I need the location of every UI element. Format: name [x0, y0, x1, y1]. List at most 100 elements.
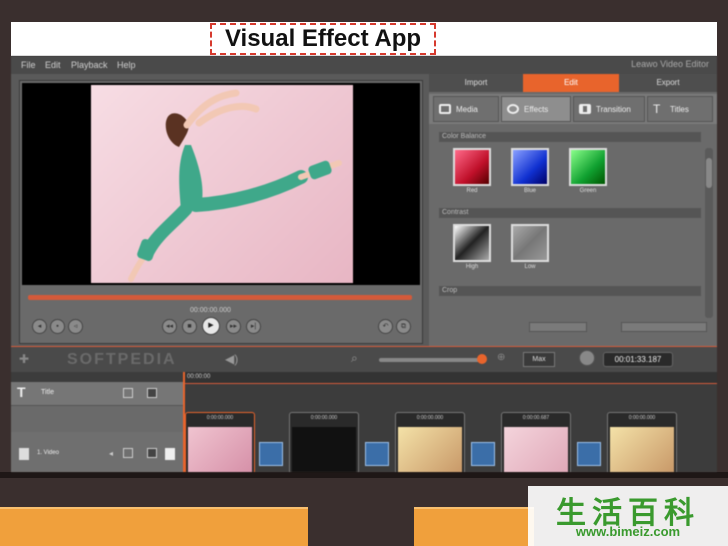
timeline-clip-1[interactable]: 0:00:00.000 [185, 412, 255, 472]
tab-import[interactable]: Import [429, 74, 523, 92]
effect-green[interactable] [569, 148, 607, 186]
timeline-clip-5[interactable]: 0:00:00.000 [607, 412, 677, 472]
preview-panel: 00:00:00.000 ◂ ▪ ◃ ◂◂ ■ ▶ ▸▸ ▸| ↶ ⧉ [19, 80, 423, 344]
subtab-transition[interactable]: Transition [573, 96, 645, 122]
clock-icon [579, 350, 595, 366]
ruler-time: 00:00:00 [187, 374, 211, 380]
preview-timecode: 00:00:00.000 [190, 307, 231, 314]
forward-icon[interactable]: ▸▸ [226, 319, 241, 334]
page-title: Visual Effect App [210, 23, 436, 55]
panel-scrollbar[interactable] [705, 148, 713, 318]
track-mute-icon[interactable]: ◂ [109, 449, 113, 458]
track-title-label: Title [41, 389, 54, 396]
time-display: 00:01:33.187 [603, 352, 673, 367]
track-video[interactable]: 1. Video ◂ [11, 432, 183, 472]
scrollbar-thumb[interactable] [706, 158, 712, 188]
zoom-icon[interactable]: ⌕ [351, 351, 358, 366]
transition-icon-4[interactable] [577, 442, 601, 466]
effects-icon [507, 104, 519, 114]
zoom-slider-knob[interactable] [477, 354, 487, 364]
main-tabs: Import Edit Export [429, 74, 717, 92]
section-color-balance: Color Balance [439, 132, 701, 142]
lock-icon[interactable]: ▪ [50, 319, 65, 334]
undo-icon[interactable]: ↶ [378, 319, 393, 334]
tab-edit[interactable]: Edit [523, 74, 619, 92]
clip-time: 0:00:00.000 [628, 415, 656, 421]
bottom-bar-right [414, 507, 534, 546]
rewind-icon[interactable]: ◂◂ [162, 319, 177, 334]
menu-file[interactable]: File [21, 60, 36, 70]
timeline-clip-2[interactable]: 0:00:00.000 [289, 412, 359, 472]
clip-thumbnail [610, 427, 674, 472]
edit-panel: Import Edit Export Media Effects Transit… [429, 74, 717, 346]
subtab-effects[interactable]: Effects [501, 96, 571, 122]
video-editor-window: File Edit Playback Help Leawo Video Edit… [11, 56, 717, 472]
effect-high[interactable] [453, 224, 491, 262]
play-icon[interactable]: ▶ [202, 317, 220, 335]
volume-icon[interactable]: ◂ [32, 319, 47, 334]
effect-blue[interactable] [511, 148, 549, 186]
transition-icon-3[interactable] [471, 442, 495, 466]
menu-playback[interactable]: Playback [71, 60, 108, 70]
track-visible-icon[interactable] [147, 388, 157, 398]
subtab-titles-label: Titles [670, 105, 689, 114]
effect-low-label: Low [524, 264, 536, 270]
timeline-clip-4[interactable]: 0:00:00.687 [501, 412, 571, 472]
zoom-slider[interactable] [379, 358, 485, 362]
panel-button-1[interactable] [529, 322, 587, 332]
preview-frame [91, 85, 353, 283]
transition-icon-1[interactable] [259, 442, 283, 466]
clip-thumbnail [504, 427, 568, 472]
end-icon[interactable]: ▸| [246, 319, 261, 334]
clip-time: 0:00:00.000 [310, 415, 338, 421]
preview-video [22, 83, 420, 285]
effect-high-label: High [465, 264, 479, 270]
subtab-transition-label: Transition [596, 105, 631, 114]
track-video-label: 1. Video [37, 450, 59, 456]
add-icon[interactable]: ✚ [19, 352, 29, 366]
effect-blue-label: Blue [523, 188, 536, 194]
effect-red-label: Red [466, 188, 478, 194]
stop-icon[interactable]: ■ [182, 319, 197, 334]
track-title[interactable]: T Title [11, 382, 183, 406]
effect-low[interactable] [511, 224, 549, 262]
menu-help[interactable]: Help [117, 60, 136, 70]
subtab-titles[interactable]: T Titles [647, 96, 713, 122]
timeline-ruler[interactable]: 00:00:00 [183, 372, 717, 384]
timeline-clip-3[interactable]: 0:00:00.000 [395, 412, 465, 472]
tab-export[interactable]: Export [619, 74, 717, 92]
dancer-illustration [128, 89, 342, 282]
fullscreen-icon[interactable]: ⧉ [396, 319, 411, 334]
site-watermark: 生活百科 www.bimeiz.com [528, 486, 728, 546]
text-track-icon: T [17, 384, 26, 400]
track-visible-icon-video[interactable] [147, 448, 157, 458]
transition-icon [579, 104, 591, 114]
subtab-effects-label: Effects [524, 105, 549, 114]
subtab-media-label: Media [456, 105, 478, 114]
clip-time: 0:00:00.687 [522, 415, 550, 421]
timeline-toolbar: ✚ SOFTPEDIA ◀) ⌕ ⊕ Max 00:01:33.187 [11, 346, 717, 372]
frame-top [0, 0, 728, 22]
speaker-icon[interactable]: ◃ [68, 319, 83, 334]
max-button[interactable]: Max [523, 352, 555, 367]
clip-thumbnail [398, 427, 462, 472]
subtab-media[interactable]: Media [433, 96, 499, 122]
preview-seekbar[interactable] [28, 295, 412, 300]
clip-thumbnail [292, 427, 356, 472]
bottom-bar-left [0, 507, 308, 546]
sub-tabs: Media Effects Transition T Titles [429, 94, 717, 124]
track-lock-icon[interactable] [123, 388, 133, 398]
clip-time: 0:00:00.000 [206, 415, 234, 421]
title-t-icon: T [653, 102, 661, 116]
transition-icon-2[interactable] [365, 442, 389, 466]
speaker-icon-toolbar[interactable]: ◀) [225, 352, 238, 366]
zoom-in-icon[interactable]: ⊕ [497, 352, 505, 363]
track-edit-icon[interactable] [165, 448, 175, 460]
menu-edit[interactable]: Edit [45, 60, 61, 70]
section-crop: Crop [439, 286, 701, 296]
track-lock-icon-video[interactable] [123, 448, 133, 458]
media-icon [439, 104, 451, 114]
panel-button-2[interactable] [621, 322, 707, 332]
effect-red[interactable] [453, 148, 491, 186]
app-brand: Leawo Video Editor [631, 59, 709, 69]
